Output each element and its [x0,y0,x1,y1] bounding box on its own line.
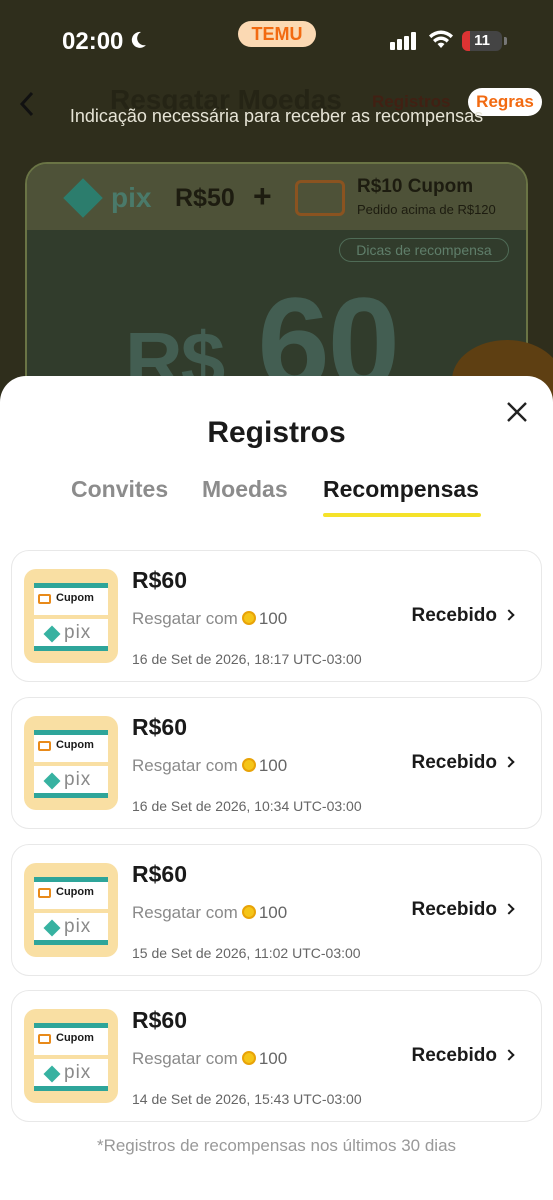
thumb-pix-label: pix [64,916,92,937]
battery-level: 11 [474,32,490,49]
tab-convites[interactable]: Convites [71,476,168,503]
status-link[interactable]: Recebido [411,1045,515,1067]
reward-amount: R$60 [132,567,187,593]
coupon-icon [38,1034,51,1044]
promo-coupon-title: R$10 Cupom [357,176,474,197]
status-link[interactable]: Recebido [411,752,515,774]
thumb-cupom-label: Cupom [56,739,94,751]
redeem-info: Resgatar com 100 [132,903,288,922]
tab-moedas[interactable]: Moedas [202,476,288,503]
reward-date: 15 de Set de 2026, 11:02 UTC-03:00 [132,945,361,961]
coin-icon [241,611,256,625]
referral-note: Indicação necessária para receber as rec… [69,106,484,126]
pix-icon [43,772,61,790]
wifi-icon [429,30,453,48]
pix-icon [63,178,103,218]
thumb-cupom-label: Cupom [56,886,94,898]
redeem-info: Resgatar com 100 [132,609,288,628]
sheet-title: Registros [207,416,346,449]
redeem-info: Resgatar com 100 [132,756,288,775]
coin-icon [241,905,256,919]
status-link[interactable]: Recebido [411,899,515,921]
chevron-right-icon [503,756,515,768]
reward-thumbnail: Cupom pix [24,716,118,810]
chevron-right-icon [503,903,515,915]
coupon-icon [38,888,51,898]
status-time: 02:00 [62,28,124,55]
chevron-right-icon [503,609,515,621]
status-link[interactable]: Recebido [411,605,515,627]
reward-record[interactable]: Cupom pix R$60 Resgatar com 100 16 de Set… [11,550,542,682]
coin-amount: 100 [258,756,288,775]
thumb-cupom-label: Cupom [56,592,94,604]
dicas-badge[interactable]: Dicas de recompensa [339,238,509,262]
battery-icon: 11 [462,31,507,51]
promo-plus: + [253,178,272,214]
pix-label: pix [111,182,152,213]
app-pill[interactable]: TEMU [238,21,316,47]
pix-icon [43,1065,61,1083]
chevron-right-icon [503,1049,515,1061]
coin-icon [241,1051,256,1065]
reward-thumbnail: Cupom pix [24,569,118,663]
promo-header: pix R$50 + R$10 Cupom Pedido acima de R$… [27,164,526,230]
reward-record[interactable]: Cupom pix R$60 Resgatar com 100 15 de Set… [11,844,542,976]
pix-icon [43,625,61,643]
coupon-icon [38,594,51,604]
reward-date: 16 de Set de 2026, 18:17 UTC-03:00 [132,651,362,667]
reward-thumbnail: Cupom pix [24,1009,118,1103]
promo-coupon-sub: Pedido acima de R$120 [357,202,496,217]
reward-record[interactable]: Cupom pix R$60 Resgatar com 100 16 de Set… [11,697,542,829]
redeem-info: Resgatar com 100 [132,1049,288,1068]
active-tab-underline [323,513,481,517]
thumb-pix-label: pix [64,1062,92,1083]
coin-amount: 100 [258,609,288,628]
coin-icon [241,758,256,772]
coupon-icon [295,180,345,216]
coupon-icon [38,741,51,751]
reward-amount: R$60 [132,1007,187,1033]
thumb-cupom-label: Cupom [56,1032,94,1044]
promo-amount: R$50 [175,184,235,212]
tab-recompensas[interactable]: Recompensas [323,476,479,503]
reward-amount: R$60 [132,714,187,740]
reward-record[interactable]: Cupom pix R$60 Resgatar com 100 14 de Set… [11,990,542,1122]
coin-amount: 100 [258,903,288,922]
promo-card: pix R$50 + R$10 Cupom Pedido acima de R$… [25,162,528,402]
coin-amount: 100 [258,1049,288,1068]
pix-icon [43,919,61,937]
thumb-pix-label: pix [64,769,92,790]
reward-amount: R$60 [132,861,187,887]
thumb-pix-label: pix [64,622,92,643]
reward-thumbnail: Cupom pix [24,863,118,957]
moon-icon [131,31,146,48]
reward-date: 14 de Set de 2026, 15:43 UTC-03:00 [132,1091,362,1107]
records-sheet: Registros Convites Moedas Recompensas Cu… [0,376,553,1200]
status-bar: 02:00 TEMU 11 [0,0,553,80]
signal-icon [390,32,416,50]
reward-date: 16 de Set de 2026, 10:34 UTC-03:00 [132,798,362,814]
records-footnote: *Registros de recompensas nos últimos 30… [96,1136,457,1155]
